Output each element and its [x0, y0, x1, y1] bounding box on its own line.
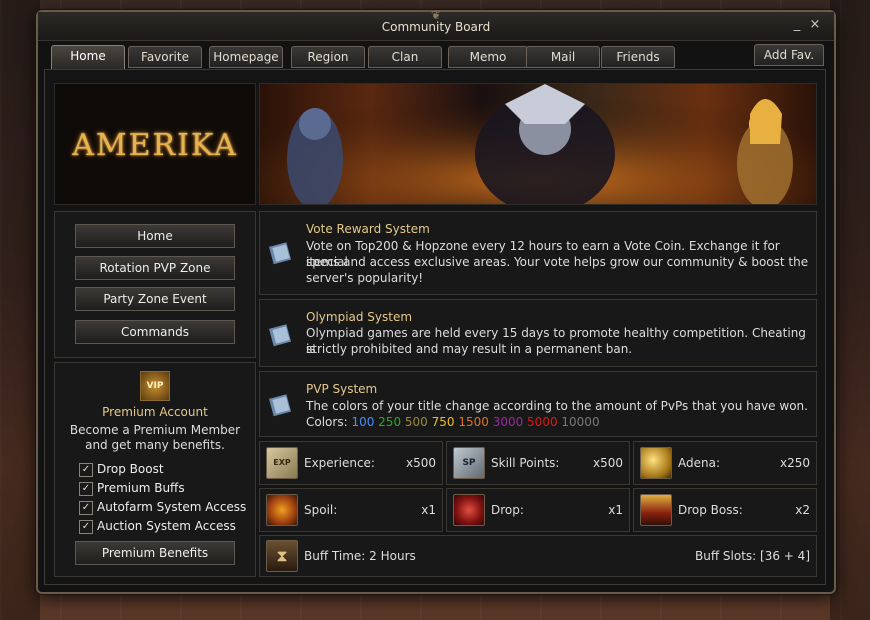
pvp-color-value: 100	[351, 415, 379, 429]
benefit-label: Premium Buffs	[97, 481, 185, 495]
exp-scroll-icon: EXP	[266, 447, 298, 479]
tab-favorite[interactable]: Favorite	[128, 46, 202, 68]
nav-home-button[interactable]: Home	[75, 224, 235, 248]
tab-memo[interactable]: Memo	[448, 46, 528, 68]
buff-slots: Buff Slots: [36 + 4]	[695, 549, 810, 563]
pvp-color-value: 5000	[527, 415, 562, 429]
benefit-label: Drop Boost	[97, 462, 164, 476]
premium-panel: VIP Premium Account Become a Premium Mem…	[54, 362, 256, 577]
add-fav-button[interactable]: Add Fav.	[754, 44, 824, 66]
rate-label: Skill Points:	[491, 456, 560, 470]
rate-label: Drop Boss:	[678, 503, 743, 517]
rate-label: Spoil:	[304, 503, 338, 517]
buff-time: Buff Time: 2 Hours	[304, 549, 416, 563]
drop-boss-icon	[640, 494, 672, 526]
book-icon	[269, 242, 292, 265]
buff-info-bar: ⧗ Buff Time: 2 Hours Buff Slots: [36 + 4…	[259, 535, 817, 577]
pvp-color-value: 10000	[561, 415, 600, 429]
tab-region[interactable]: Region	[291, 46, 365, 68]
vip-badge-icon: VIP	[140, 371, 170, 401]
tab-home[interactable]: Home	[51, 45, 125, 70]
spoil-icon	[266, 494, 298, 526]
pvp-colors-line: Colors: 100 250 500 750 1500 3000 5000 1…	[306, 414, 600, 430]
benefit-checkbox[interactable]: ✓	[79, 501, 93, 515]
minimize-button[interactable]: _	[790, 18, 804, 32]
benefit-checkbox[interactable]: ✓	[79, 463, 93, 477]
rate-value: x1	[608, 503, 623, 517]
tab-mail[interactable]: Mail	[526, 46, 600, 68]
server-logo: AMERIKA	[54, 83, 256, 205]
news-text-line: strictly prohibited and may result in a …	[306, 342, 633, 356]
title-bar[interactable]: ❦ Community Board _ ×	[38, 8, 834, 41]
rate-adena: Adena: x250	[633, 441, 817, 485]
book-icon	[269, 324, 292, 347]
benefit-label: Auction System Access	[97, 519, 236, 533]
community-board-window: ❦ Community Board _ × Home Favorite Home…	[36, 8, 836, 594]
news-text-line: server's popularity!	[306, 271, 424, 285]
rate-label: Drop:	[491, 503, 524, 517]
rate-skill-points: SP Skill Points: x500	[446, 441, 630, 485]
nav-commands-button[interactable]: Commands	[75, 320, 235, 344]
pvp-color-value: 3000	[492, 415, 528, 429]
news-text-line: items and access exclusive areas. Your v…	[306, 255, 809, 269]
news-text-line: The colors of your title change accordin…	[306, 399, 808, 413]
rate-value: x500	[592, 456, 623, 470]
rate-value: x1	[421, 503, 436, 517]
pvp-color-value: 500	[404, 415, 432, 429]
logo-text: AMERIKA	[72, 128, 238, 163]
rate-label: Experience:	[304, 456, 375, 470]
tab-clan[interactable]: Clan	[368, 46, 442, 68]
rate-spoil: Spoil: x1	[259, 488, 443, 532]
hourglass-icon: ⧗	[266, 540, 298, 572]
news-pvp: PVP System The colors of your title chan…	[259, 371, 817, 437]
news-olympiad: Olympiad System Olympiad games are held …	[259, 299, 817, 367]
adena-coins-icon	[640, 447, 672, 479]
pvp-color-value: 1500	[458, 415, 493, 429]
benefit-checkbox[interactable]: ✓	[79, 482, 93, 496]
news-title: PVP System	[306, 382, 378, 396]
tab-homepage[interactable]: Homepage	[209, 46, 283, 68]
pvp-colors-list: 100 250 500 750 1500 3000 5000 10000	[351, 415, 599, 429]
nav-panel: Home Rotation PVP Zone Party Zone Event …	[54, 211, 256, 358]
rate-label: Adena:	[678, 456, 720, 470]
rate-drop: Drop: x1	[446, 488, 630, 532]
drop-icon	[453, 494, 485, 526]
news-vote: Vote Reward System Vote on Top200 & Hopz…	[259, 211, 817, 295]
premium-title: Premium Account	[102, 405, 208, 419]
pvp-color-value: 250	[378, 415, 405, 429]
close-button[interactable]: ×	[808, 18, 822, 32]
pvp-colors-label: Colors:	[306, 415, 348, 429]
sp-stone-icon: SP	[453, 447, 485, 479]
pvp-color-value: 750	[431, 415, 459, 429]
book-icon	[269, 394, 292, 417]
title-ornament: ❦	[430, 8, 442, 22]
rate-value: x500	[405, 456, 436, 470]
premium-benefits-button[interactable]: Premium Benefits	[75, 541, 235, 565]
benefit-label: Autofarm System Access	[97, 500, 247, 514]
board-content: AMERIKA Home Rotation PVP Zone Party Zon…	[44, 69, 826, 585]
rate-value: x2	[795, 503, 810, 517]
premium-description: Become a Premium Member and get many ben…	[69, 423, 241, 452]
window-title: Community Board	[381, 20, 491, 34]
tab-friends[interactable]: Friends	[601, 46, 675, 68]
rate-value: x250	[779, 456, 810, 470]
news-title: Olympiad System	[306, 310, 413, 324]
rate-drop-boss: Drop Boss: x2	[633, 488, 817, 532]
rate-experience: EXP Experience: x500	[259, 441, 443, 485]
benefit-checkbox[interactable]: ✓	[79, 520, 93, 534]
nav-party-zone-button[interactable]: Party Zone Event	[75, 287, 235, 311]
banner-image	[259, 83, 817, 205]
news-title: Vote Reward System	[306, 222, 430, 236]
nav-rotation-pvp-button[interactable]: Rotation PVP Zone	[75, 256, 235, 280]
banner-art	[260, 84, 816, 204]
